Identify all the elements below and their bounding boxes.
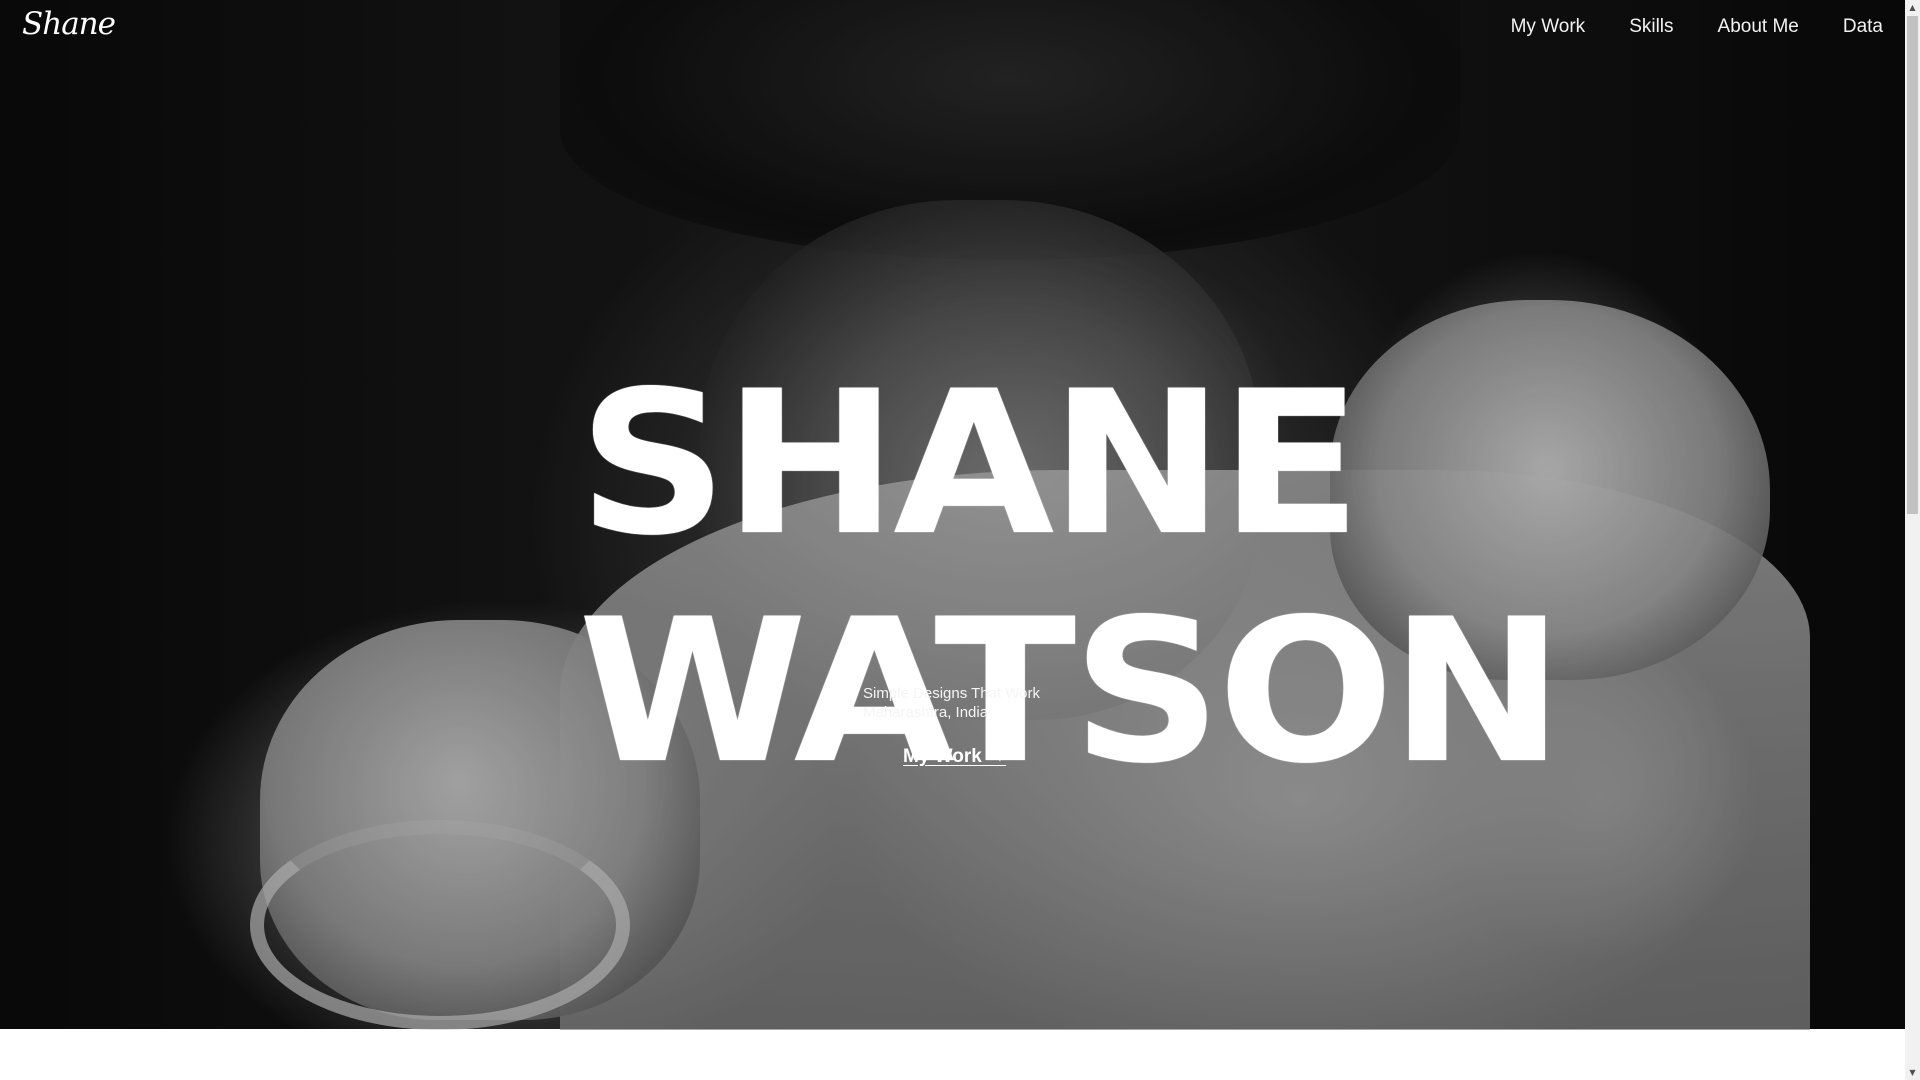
nav-item-about-me[interactable]: About Me [1696, 14, 1821, 40]
my-work-cta-link[interactable]: My Work → [903, 746, 1006, 768]
scroll-down-arrow-icon[interactable]: ▼ [1905, 1065, 1920, 1080]
scroll-up-arrow-icon[interactable]: ▲ [1905, 0, 1920, 15]
site-logo[interactable]: Shane [22, 6, 116, 42]
hero-title-first-name: SHANE [578, 347, 1362, 579]
hero-tagline: Simple Designs That Work [863, 685, 1041, 702]
nav-item-skills[interactable]: Skills [1607, 14, 1695, 40]
vertical-scrollbar[interactable]: ▲ ▼ [1905, 0, 1920, 1080]
scrollbar-thumb[interactable] [1907, 16, 1918, 514]
hero-location: Maharashtra, India [863, 704, 989, 721]
nav-item-data[interactable]: Data [1821, 14, 1905, 40]
hero-subtitle: Simple Designs That Work Maharashtra, In… [863, 684, 1040, 722]
nav-item-my-work[interactable]: My Work [1489, 14, 1608, 40]
hero-section: Shane My Work Skills About Me Data SHANE… [0, 0, 1905, 1030]
page-viewport: Shane My Work Skills About Me Data SHANE… [0, 0, 1905, 1080]
hero-title-last-name: WATSON [578, 575, 1564, 807]
main-nav: My Work Skills About Me Data [1489, 14, 1905, 40]
